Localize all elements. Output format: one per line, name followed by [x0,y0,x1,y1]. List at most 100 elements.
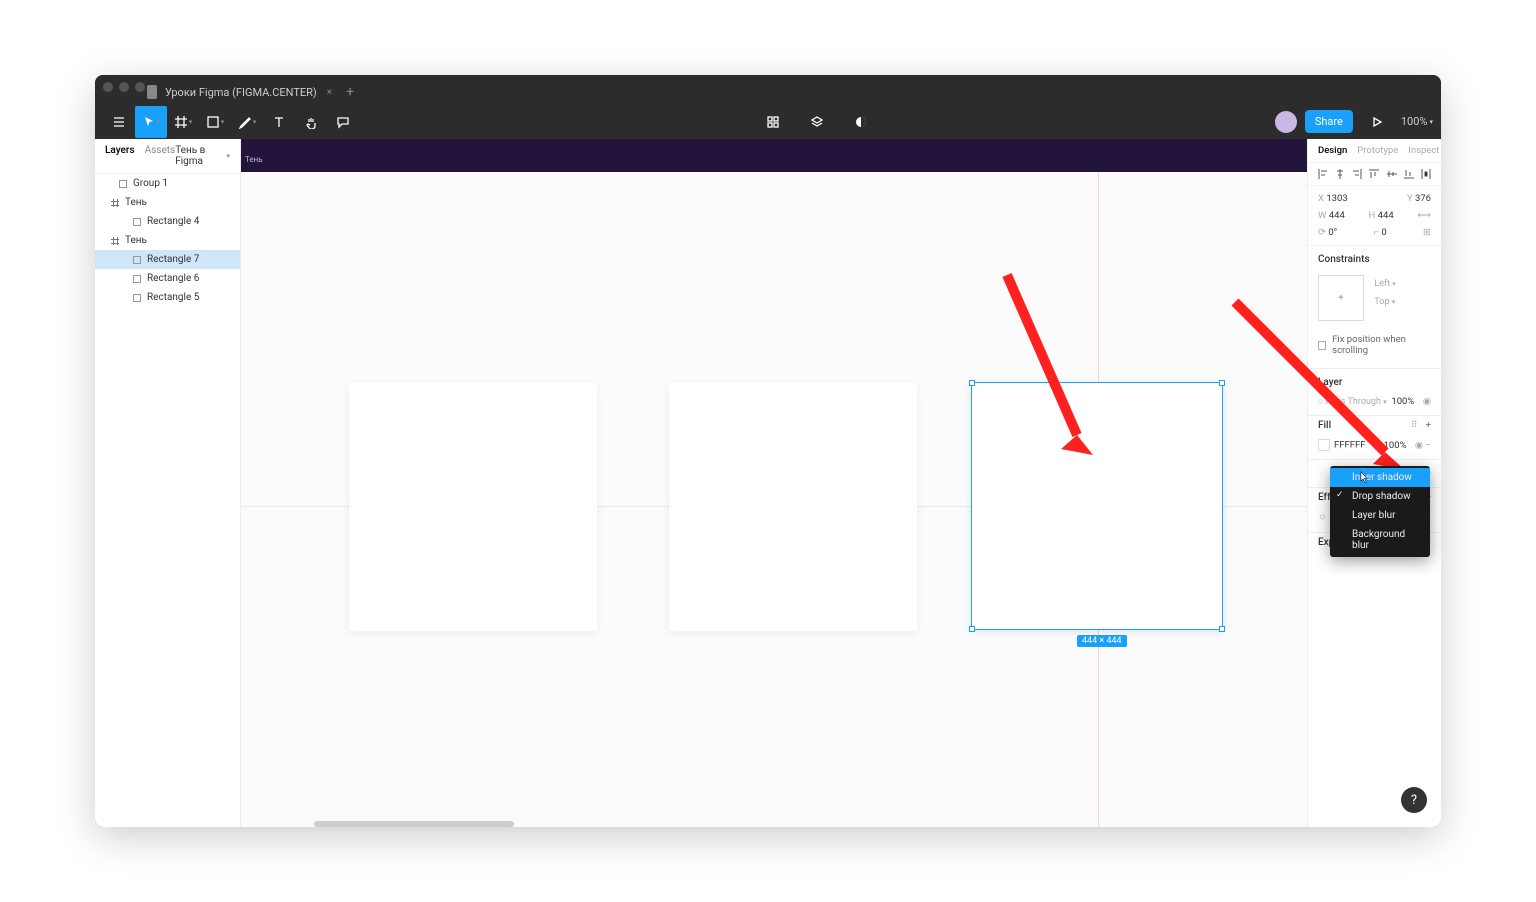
fill-opacity-input[interactable]: 100% [1384,440,1407,451]
tab-bar: Уроки Figma (FIGMA.CENTER) × + [95,82,1441,102]
layer-item[interactable]: Тень [95,231,240,250]
move-tool[interactable]: ▾ [135,106,167,138]
horizontal-scrollbar[interactable] [314,821,514,827]
align-left-icon[interactable] [1318,169,1328,179]
x-input[interactable]: 1303 [1326,193,1347,204]
file-tab[interactable]: Уроки Figma (FIGMA.CENTER) × [147,85,332,99]
align-bottom-icon[interactable] [1404,169,1414,179]
design-tab[interactable]: Design [1318,145,1347,156]
layer-item[interactable]: Rectangle 6 [95,269,240,288]
main-menu-button[interactable] [103,106,135,138]
pen-tool[interactable]: ▾ [231,106,263,138]
align-vcenter-icon[interactable] [1387,169,1397,179]
layer-name: Group 1 [133,178,168,189]
resize-handle-tl[interactable] [969,380,975,386]
rectangle-7-shape-selected[interactable] [971,382,1223,630]
toolbar-right: Share 100%▾ [1275,106,1433,138]
resize-handle-bl[interactable] [969,626,975,632]
present-button[interactable] [1361,106,1393,138]
frame-tool[interactable]: ▾ [167,106,199,138]
dropdown-item-layer-blur[interactable]: Layer blur [1330,506,1430,525]
checkbox-icon [1318,341,1326,350]
layer-name: Rectangle 5 [147,292,199,303]
inspect-tab[interactable]: Inspect [1408,145,1439,156]
align-right-icon[interactable] [1352,169,1362,179]
mask-tool[interactable] [801,106,833,138]
help-button[interactable]: ? [1401,787,1427,813]
shape-tool[interactable]: ▾ [199,106,231,138]
close-window-button[interactable] [103,82,113,92]
resize-handle-br[interactable] [1219,626,1225,632]
fill-hex-input[interactable]: FFFFFF [1334,440,1366,451]
frame-icon [111,237,119,245]
frame-label[interactable]: Тень [245,155,263,164]
rectangle-6-shape[interactable] [669,383,917,631]
y-input[interactable]: 376 [1415,193,1431,204]
right-panel-tabs: Design Prototype Inspect [1308,139,1441,163]
align-top-icon[interactable] [1369,169,1379,179]
fill-visibility-icon[interactable]: ◉ [1415,440,1423,451]
layer-opacity-input[interactable]: 100% [1391,396,1414,407]
radius-input[interactable]: 0 [1381,227,1386,238]
layer-name: Тень [125,197,147,208]
constraints-title: Constraints [1308,246,1441,269]
rotation-input[interactable]: 0° [1328,227,1337,238]
rectangle-5-shape[interactable] [349,383,597,631]
boolean-tool[interactable] [845,106,877,138]
new-tab-button[interactable]: + [346,84,354,100]
layer-item[interactable]: Тень [95,193,240,212]
page-name: Тень в Figma [175,145,224,167]
layers-tab[interactable]: Layers [105,145,135,167]
fill-header: Fill ⠿+ [1308,416,1441,435]
h-constraint-select[interactable]: Left [1374,279,1390,289]
constraints-widget[interactable] [1318,275,1364,321]
h-input[interactable]: 444 [1378,210,1394,221]
rect-icon [133,294,141,302]
dropdown-item-drop-shadow[interactable]: Drop shadow [1330,487,1430,506]
align-hcenter-icon[interactable] [1335,169,1345,179]
toolbar-center [757,106,877,138]
minimize-window-button[interactable] [119,82,129,92]
effect-type-dropdown: Inner shadow Drop shadow Layer blur Back… [1330,466,1430,557]
frame-icon [111,199,119,207]
comment-tool[interactable] [327,106,359,138]
w-input[interactable]: 444 [1329,210,1345,221]
text-tool[interactable] [263,106,295,138]
fill-styles-icon[interactable]: ⠿ [1411,420,1418,431]
lock-aspect-icon[interactable]: ⟷ [1417,210,1431,221]
canvas[interactable]: Тень 444 × 444 [241,139,1307,827]
user-avatar[interactable] [1275,111,1297,133]
layer-name: Rectangle 6 [147,273,199,284]
independent-corners-icon[interactable]: ⊞ [1423,227,1431,238]
visibility-icon[interactable]: ◉ [1423,396,1431,407]
page-selector[interactable]: Тень в Figma▾ [175,145,230,167]
distribute-icon[interactable] [1421,169,1431,179]
maximize-window-button[interactable] [135,82,145,92]
zoom-select[interactable]: 100%▾ [1401,115,1433,128]
traffic-lights [103,82,145,92]
fix-position-checkbox[interactable]: Fix position when scrolling [1308,330,1441,364]
component-tool[interactable] [757,106,789,138]
add-fill-button[interactable]: + [1426,420,1431,431]
fix-position-label: Fix position when scrolling [1332,334,1431,356]
dropdown-item-inner-shadow[interactable]: Inner shadow [1330,468,1430,487]
effect-settings-icon[interactable]: ☼ [1318,511,1327,522]
layer-item[interactable]: Rectangle 5 [95,288,240,307]
resize-handle-tr[interactable] [1219,380,1225,386]
hand-tool[interactable] [295,106,327,138]
remove-fill-button[interactable]: − [1426,440,1431,451]
layer-item[interactable]: Group 1 [95,174,240,193]
layer-item[interactable]: Rectangle 7 [95,250,240,269]
prototype-tab[interactable]: Prototype [1357,145,1398,156]
assets-tab[interactable]: Assets [145,145,176,167]
canvas-frame-background [241,139,1307,172]
toolbar: ▾ ▾ ▾ ▾ Share 100%▾ [95,102,1441,142]
share-button[interactable]: Share [1305,110,1353,133]
fill-swatch[interactable] [1318,439,1330,451]
blend-mode-select[interactable]: Pass Through [1326,397,1381,407]
rect-icon [133,256,141,264]
tab-close-icon[interactable]: × [327,87,332,98]
dropdown-item-background-blur[interactable]: Background blur [1330,525,1430,555]
v-constraint-select[interactable]: Top [1374,297,1389,307]
layer-item[interactable]: Rectangle 4 [95,212,240,231]
